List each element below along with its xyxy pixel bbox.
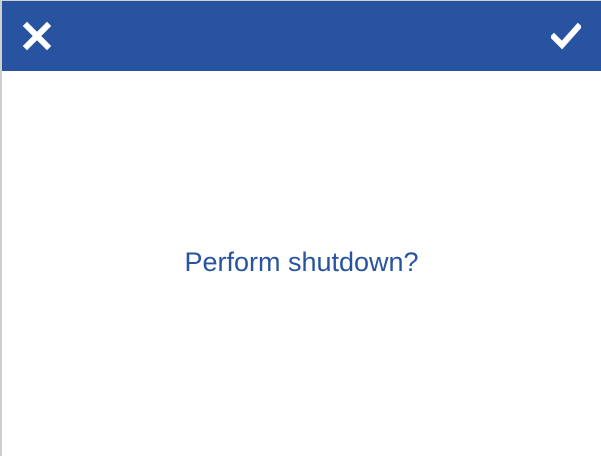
cancel-button[interactable] <box>2 1 72 71</box>
dialog-header <box>2 1 601 71</box>
confirm-button[interactable] <box>531 1 601 71</box>
checkmark-icon <box>551 21 581 51</box>
close-icon <box>22 21 52 51</box>
shutdown-dialog: Perform shutdown? <box>0 0 601 456</box>
dialog-message: Perform shutdown? <box>184 247 419 277</box>
